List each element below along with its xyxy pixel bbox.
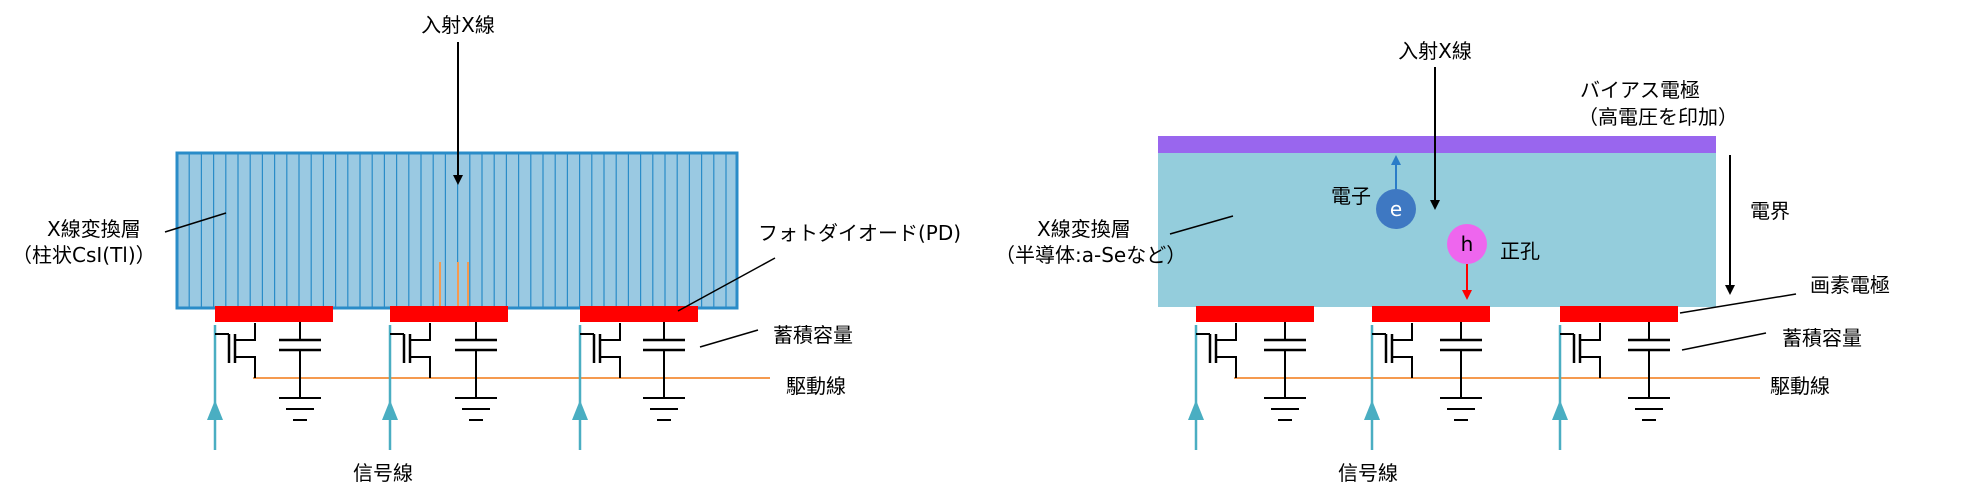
pixel-electrode	[1560, 306, 1678, 322]
tft-drain	[600, 323, 621, 341]
leader-line	[699, 329, 759, 348]
bias-electrode-label: バイアス電極	[1580, 78, 1700, 102]
leader-line	[1681, 332, 1767, 351]
tft-drain	[1392, 323, 1413, 341]
capacitor-label-right: 蓄積容量	[1782, 326, 1862, 350]
electron-symbol: e	[1390, 197, 1402, 221]
signal-arrow-icon	[572, 400, 588, 420]
photodiode	[580, 306, 698, 322]
tft-drain	[235, 323, 256, 341]
photodiode	[390, 306, 508, 322]
semiconductor-layer	[1158, 153, 1716, 307]
signal-arrow-icon	[1188, 400, 1204, 420]
photodiode-label: フォトダイオード(PD)	[758, 221, 961, 245]
capacitor-label-left: 蓄積容量	[773, 323, 853, 347]
incident-xray-label-left: 入射X線	[421, 13, 495, 37]
xray-detector-diagram: 入射X線 X線変換層 （柱状CsI(Tl)） フォトダイオード(PD) 蓄積容量…	[12, 13, 1890, 485]
hole-symbol: h	[1461, 232, 1474, 256]
tft-source	[235, 356, 256, 378]
tft-source	[1580, 356, 1601, 378]
tft-source	[600, 356, 621, 378]
incident-xray-label-right: 入射X線	[1398, 39, 1472, 63]
conversion-layer-sub-left: （柱状CsI(Tl)）	[12, 243, 156, 267]
tft-source	[1392, 356, 1413, 378]
electric-field-label: 電界	[1750, 199, 1790, 223]
hole-label: 正孔	[1500, 239, 1540, 263]
signal-line-label-right: 信号線	[1338, 461, 1398, 485]
indirect-detector: 入射X線 X線変換層 （柱状CsI(Tl)） フォトダイオード(PD) 蓄積容量…	[12, 13, 961, 485]
conversion-layer-label-right: X線変換層	[1037, 217, 1131, 241]
signal-arrow-icon	[207, 400, 223, 420]
conversion-layer-label-left: X線変換層	[47, 217, 141, 241]
drive-line-label-right: 駆動線	[1770, 374, 1830, 398]
signal-arrow-icon	[382, 400, 398, 420]
signal-arrow-icon	[1364, 400, 1380, 420]
direct-detector: 入射X線 e 電子 h 正孔 電界 バイアス電極 （高電圧を印加） X線変換層 …	[995, 39, 1890, 485]
tft-drain	[410, 323, 431, 341]
photodiode	[215, 306, 333, 322]
pixel-electrode	[1196, 306, 1314, 322]
tft-drain	[1580, 323, 1601, 341]
tft-source	[1216, 356, 1237, 378]
tft-drain	[1216, 323, 1237, 341]
drive-line-label-left: 駆動線	[786, 374, 846, 398]
pixel-electrode-label: 画素電極	[1810, 273, 1890, 297]
pixel-electrode	[1372, 306, 1490, 322]
bias-electrode-sub: （高電圧を印加）	[1578, 105, 1738, 129]
signal-line-label-left: 信号線	[353, 461, 413, 485]
tft-source	[410, 356, 431, 378]
conversion-layer-sub-right: （半導体:a-Seなど）	[995, 243, 1186, 267]
bias-electrode	[1158, 136, 1716, 153]
signal-arrow-icon	[1552, 400, 1568, 420]
electron-label: 電子	[1331, 184, 1371, 208]
pixel-circuits-right	[1188, 322, 1670, 450]
pixel-circuits-left	[207, 322, 685, 450]
